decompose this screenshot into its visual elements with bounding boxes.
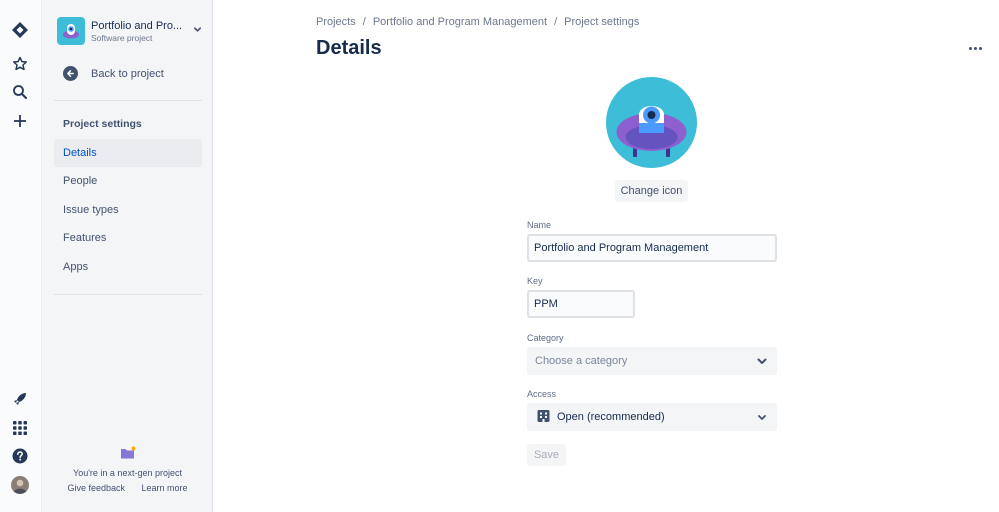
project-avatar [57,17,85,45]
help-icon[interactable] [10,446,30,466]
name-label: Name [527,220,552,230]
breadcrumb-project-settings[interactable]: Project settings [564,16,639,28]
project-sidebar: Portfolio and Pro... Software project Ba… [42,0,213,512]
project-name: Portfolio and Pro... [91,19,183,32]
building-icon [537,409,550,425]
sidebar-item-issue-types[interactable]: Issue types [54,196,202,224]
sidebar-item-details[interactable]: Details [54,139,202,167]
user-avatar[interactable] [10,475,30,495]
give-feedback-link[interactable]: Give feedback [67,483,125,493]
breadcrumb-separator: / [554,16,558,28]
access-select[interactable]: Open (recommended) [527,403,777,431]
sidebar-divider [54,294,202,295]
project-settings-heading: Project settings [63,118,142,130]
access-label: Access [527,389,557,399]
breadcrumb-separator: / [362,16,366,28]
category-label: Category [527,333,564,343]
project-switcher[interactable]: Portfolio and Pro... Software project [57,16,202,46]
jira-logo-icon[interactable] [10,20,30,40]
folder-star-icon [120,446,136,463]
rocket-icon[interactable] [10,389,30,409]
page-title: Details [316,37,382,59]
key-field[interactable]: PPM [527,290,635,318]
global-nav [0,0,42,512]
next-gen-text: You're in a next-gen project [73,468,182,478]
arrow-left-icon [63,66,78,81]
category-select[interactable]: Choose a category [527,347,777,375]
project-type: Software project [91,32,153,43]
breadcrumb-project[interactable]: Portfolio and Program Management [373,16,547,28]
name-field[interactable]: Portfolio and Program Management [527,234,777,262]
change-icon-button[interactable]: Change icon [615,180,688,202]
learn-more-link[interactable]: Learn more [142,483,188,493]
chevron-down-icon [756,355,768,370]
sidebar-item-apps[interactable]: Apps [54,253,202,281]
star-icon[interactable] [10,54,30,74]
plus-icon[interactable] [10,111,30,131]
save-button[interactable]: Save [527,444,566,466]
more-actions-button[interactable] [963,40,987,56]
back-to-project-label: Back to project [91,67,164,80]
category-placeholder: Choose a category [535,355,628,367]
project-avatar-large [606,77,697,168]
access-value: Open (recommended) [557,411,665,423]
app-switcher-icon[interactable] [10,418,30,438]
key-label: Key [527,276,543,286]
chevron-down-icon [756,411,768,426]
sidebar-item-people[interactable]: People [54,167,202,195]
sidebar-item-features[interactable]: Features [54,224,202,252]
next-gen-info: You're in a next-gen project Give feedba… [42,446,213,493]
breadcrumb: Projects / Portfolio and Program Managem… [316,16,639,28]
sidebar-divider [54,100,202,101]
chevron-down-icon [193,25,202,37]
breadcrumb-projects[interactable]: Projects [316,16,356,28]
back-to-project-link[interactable]: Back to project [63,66,164,81]
search-icon[interactable] [10,82,30,102]
